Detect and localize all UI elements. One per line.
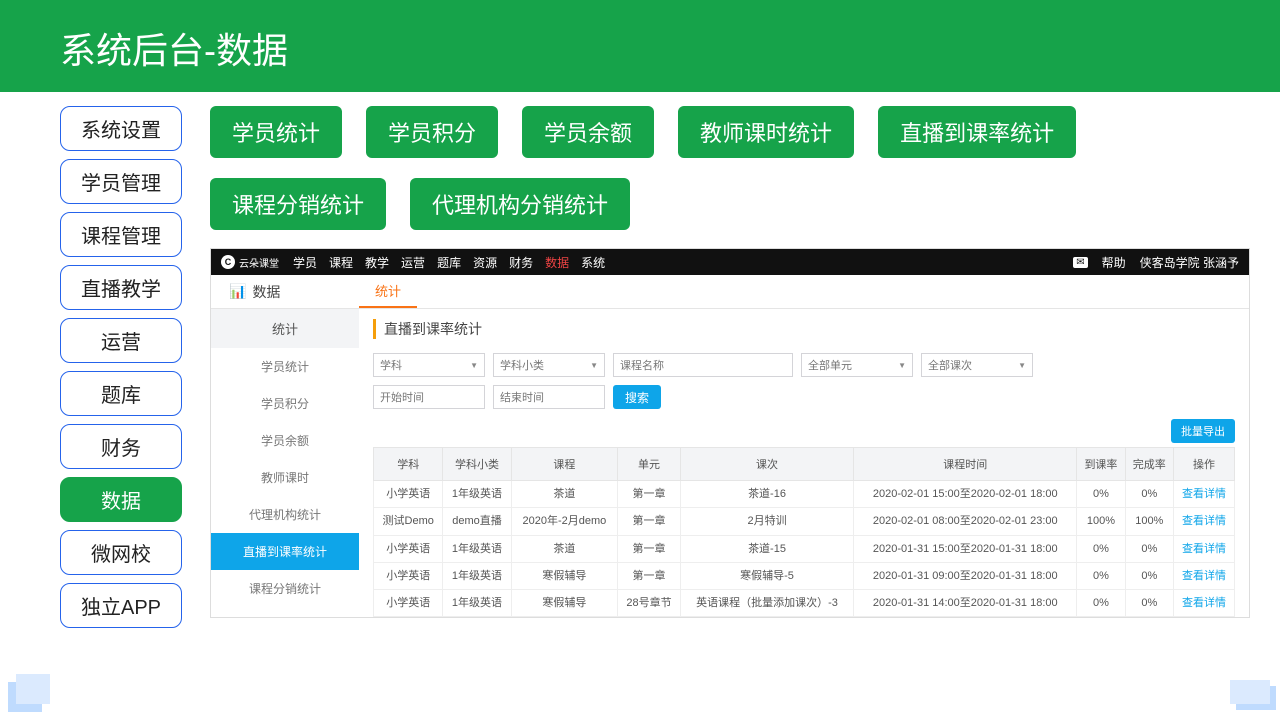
outer-sidebar: 系统设置学员管理课程管理直播教学运营题库财务数据微网校独立APP	[60, 106, 182, 628]
left-item-5[interactable]: 直播到课率统计	[211, 533, 359, 570]
side-nav-0[interactable]: 系统设置	[60, 106, 182, 151]
filter-unit[interactable]: 全部单元	[801, 353, 913, 377]
table-row: 测试Demodemo直播2020年-2月demo第一章2月特训2020-02-0…	[374, 508, 1235, 535]
side-nav-6[interactable]: 财务	[60, 424, 182, 469]
search-button[interactable]: 搜索	[613, 385, 661, 409]
content-title: 直播到课率统计	[373, 319, 1235, 339]
admin-panel-screenshot: C云朵课堂 学员课程教学运营题库资源财务数据系统 ✉ 帮助 侠客岛学院 张涵予 …	[210, 248, 1250, 618]
view-detail-link[interactable]: 查看详情	[1182, 543, 1226, 555]
bar-chart-icon: 📊	[229, 283, 246, 300]
view-detail-link[interactable]: 查看详情	[1182, 488, 1226, 500]
bulk-export-button[interactable]: 批量导出	[1171, 419, 1235, 443]
left-item-3[interactable]: 教师课时	[211, 459, 359, 496]
col-header: 到课率	[1077, 448, 1125, 481]
top-nav-3[interactable]: 运营	[401, 254, 425, 271]
left-item-0[interactable]: 学员统计	[211, 348, 359, 385]
top-nav-8[interactable]: 系统	[581, 254, 605, 271]
tag-1[interactable]: 学员积分	[366, 106, 498, 158]
filter-start-time[interactable]: 开始时间	[373, 385, 485, 409]
module-title: 📊 数据	[211, 275, 359, 308]
table-row: 小学英语1年级英语茶道第一章茶道-152020-01-31 15:00至2020…	[374, 535, 1235, 562]
user-info[interactable]: 侠客岛学院 张涵予	[1140, 254, 1239, 271]
view-detail-link[interactable]: 查看详情	[1182, 597, 1226, 609]
filter-lesson[interactable]: 全部课次	[921, 353, 1033, 377]
tab-statistics[interactable]: 统计	[359, 275, 417, 308]
filter-subject[interactable]: 学科	[373, 353, 485, 377]
decoration-squares-right	[1236, 686, 1276, 710]
filter-end-time[interactable]: 结束时间	[493, 385, 605, 409]
col-header: 课次	[680, 448, 854, 481]
col-header: 课程	[511, 448, 618, 481]
col-header: 操作	[1173, 448, 1234, 481]
table-row: 小学英语1年级英语茶道第一章茶道-162020-02-01 15:00至2020…	[374, 481, 1235, 508]
tag-5[interactable]: 课程分销统计	[210, 178, 386, 230]
top-nav-2[interactable]: 教学	[365, 254, 389, 271]
view-detail-link[interactable]: 查看详情	[1182, 570, 1226, 582]
side-nav-9[interactable]: 独立APP	[60, 583, 182, 628]
left-item-1[interactable]: 学员积分	[211, 385, 359, 422]
top-nav-5[interactable]: 资源	[473, 254, 497, 271]
col-header: 单元	[618, 448, 680, 481]
side-nav-8[interactable]: 微网校	[60, 530, 182, 575]
table-row: 小学英语1年级英语寒假辅导28号章节英语课程（批量添加课次）-32020-01-…	[374, 590, 1235, 617]
left-menu-header: 统计	[211, 309, 359, 348]
side-nav-3[interactable]: 直播教学	[60, 265, 182, 310]
top-nav-6[interactable]: 财务	[509, 254, 533, 271]
left-menu: 学员统计学员积分学员余额教师课时代理机构统计直播到课率统计课程分销统计	[211, 348, 359, 607]
filter-course-name[interactable]: 课程名称	[613, 353, 793, 377]
side-nav-1[interactable]: 学员管理	[60, 159, 182, 204]
top-nav-4[interactable]: 题库	[437, 254, 461, 271]
top-nav-0[interactable]: 学员	[293, 254, 317, 271]
top-nav: 学员课程教学运营题库资源财务数据系统	[293, 254, 605, 271]
left-item-2[interactable]: 学员余额	[211, 422, 359, 459]
tag-0[interactable]: 学员统计	[210, 106, 342, 158]
mail-icon[interactable]: ✉	[1073, 257, 1087, 268]
col-header: 课程时间	[854, 448, 1077, 481]
left-item-6[interactable]: 课程分销统计	[211, 570, 359, 607]
stat-tags: 学员统计学员积分学员余额教师课时统计直播到课率统计课程分销统计代理机构分销统计	[210, 106, 1250, 230]
filter-subject-sub[interactable]: 学科小类	[493, 353, 605, 377]
side-nav-2[interactable]: 课程管理	[60, 212, 182, 257]
col-header: 学科	[374, 448, 443, 481]
tag-4[interactable]: 直播到课率统计	[878, 106, 1076, 158]
help-link[interactable]: 帮助	[1102, 254, 1126, 271]
top-nav-1[interactable]: 课程	[329, 254, 353, 271]
side-nav-4[interactable]: 运营	[60, 318, 182, 363]
page-title: 系统后台-数据	[60, 22, 1220, 74]
view-detail-link[interactable]: 查看详情	[1182, 515, 1226, 527]
app-logo: C云朵课堂	[221, 255, 279, 270]
tag-3[interactable]: 教师课时统计	[678, 106, 854, 158]
side-nav-5[interactable]: 题库	[60, 371, 182, 416]
left-item-4[interactable]: 代理机构统计	[211, 496, 359, 533]
data-table: 学科学科小类课程单元课次课程时间到课率完成率操作 小学英语1年级英语茶道第一章茶…	[373, 447, 1235, 617]
table-row: 小学英语1年级英语寒假辅导第一章寒假辅导-52020-01-31 09:00至2…	[374, 562, 1235, 589]
col-header: 学科小类	[443, 448, 511, 481]
side-nav-7[interactable]: 数据	[60, 477, 182, 522]
top-nav-7[interactable]: 数据	[545, 254, 569, 271]
col-header: 完成率	[1125, 448, 1173, 481]
decoration-squares-left	[8, 682, 42, 712]
page-header: 系统后台-数据	[0, 0, 1280, 92]
tag-6[interactable]: 代理机构分销统计	[410, 178, 630, 230]
tag-2[interactable]: 学员余额	[522, 106, 654, 158]
app-topbar: C云朵课堂 学员课程教学运营题库资源财务数据系统 ✉ 帮助 侠客岛学院 张涵予	[211, 249, 1249, 275]
